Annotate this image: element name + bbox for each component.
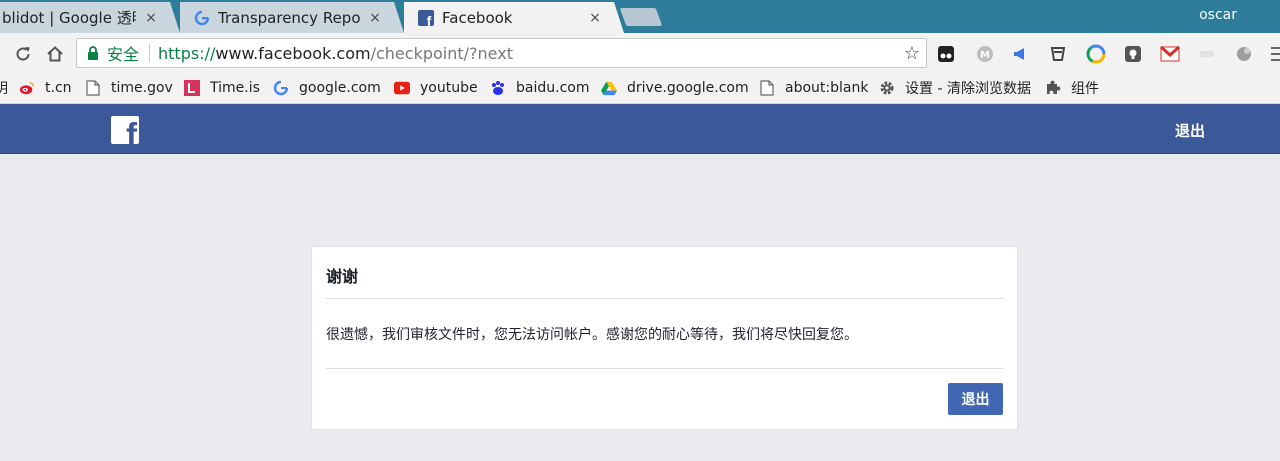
tab-blidot[interactable]: blidot | Google 透明度 × <box>0 2 168 33</box>
bookmark-youtube[interactable]: youtube <box>394 78 478 98</box>
speed-gauge-icon[interactable] <box>1086 44 1106 64</box>
time-is-icon <box>184 80 200 96</box>
browser-toolbar: 安全 https:// www.facebook.com /checkpoint… <box>0 33 1280 73</box>
card-title: 谢谢 <box>326 267 359 286</box>
bookmark-google[interactable]: google.com <box>273 78 381 98</box>
tab-close-icon[interactable]: × <box>588 10 602 26</box>
browser-tab-strip: blidot | Google 透明度 × Transparency Repor… <box>0 0 1280 33</box>
bookmark-google-drive[interactable]: drive.google.com <box>601 78 749 98</box>
tampermonkey-icon[interactable] <box>936 44 956 64</box>
tab-title: Facebook <box>442 8 513 27</box>
baidu-icon <box>490 80 506 96</box>
bookmark-settings-clear-data[interactable]: 设置 - 清除浏览数据 <box>879 78 1031 98</box>
bookmark-label: drive.google.com <box>627 80 749 96</box>
google-g-icon <box>194 10 210 26</box>
reload-icon[interactable] <box>12 43 34 65</box>
youtube-icon <box>394 80 410 96</box>
bookmark-label: google.com <box>299 80 381 96</box>
header-logout-link[interactable]: 退出 <box>1175 120 1205 141</box>
bookmark-label: about:blank <box>785 80 869 96</box>
bookmarks-bar: 明 t.cn time.gov Time.is google.com youtu… <box>0 73 1280 104</box>
svg-text:f: f <box>427 13 432 26</box>
menu-icon[interactable] <box>1268 44 1280 64</box>
card-divider <box>326 368 1003 369</box>
bookmark-overflow-label: 明 <box>0 81 8 97</box>
card-message: 很遗憾，我们审核文件时，您无法访问帐户。感谢您的耐心等待，我们将尽快回复您。 <box>326 327 858 343</box>
logout-button[interactable]: 退出 <box>948 383 1003 415</box>
profile-name[interactable]: oscar <box>1199 7 1237 23</box>
bookmark-t-cn[interactable]: t.cn <box>19 78 72 98</box>
address-bar[interactable]: 安全 https:// www.facebook.com /checkpoint… <box>76 38 927 68</box>
extension-icon[interactable] <box>1197 44 1217 64</box>
tab-transparency-report[interactable]: Transparency Report × <box>180 2 392 33</box>
bookmark-label: Time.is <box>210 80 260 96</box>
url-scheme: https:// <box>158 43 216 63</box>
bookmark-label: 设置 - 清除浏览数据 <box>905 81 1031 97</box>
globe-icon[interactable] <box>1234 44 1254 64</box>
bookmark-label: 组件 <box>1071 81 1099 97</box>
bookmark-time-is[interactable]: Time.is <box>184 78 260 98</box>
bookmark-label: time.gov <box>111 80 173 96</box>
bookmark-baidu[interactable]: baidu.com <box>490 78 589 98</box>
bookmark-components[interactable]: 组件 <box>1045 78 1099 98</box>
tab-close-icon[interactable]: × <box>368 10 382 26</box>
checkpoint-card: 谢谢 很遗憾，我们审核文件时，您无法访问帐户。感谢您的耐心等待，我们将尽快回复您… <box>311 246 1018 430</box>
facebook-logo-icon[interactable]: f <box>111 116 139 144</box>
lightbulb-icon[interactable] <box>1123 44 1143 64</box>
new-tab-button[interactable] <box>619 8 663 26</box>
url-path: /checkpoint/?next <box>370 43 513 63</box>
bookmark-about-blank[interactable]: about:blank <box>759 78 868 98</box>
bookmark-star-icon[interactable]: ☆ <box>904 43 920 64</box>
google-g-icon <box>273 80 289 96</box>
gmail-icon[interactable] <box>1160 44 1180 64</box>
tab-facebook[interactable]: f Facebook × <box>404 2 612 33</box>
tab-edge <box>166 2 180 33</box>
card-divider <box>326 298 1003 299</box>
weibo-icon <box>19 80 35 96</box>
tab-edge <box>610 2 624 33</box>
url-host: www.facebook.com <box>215 43 371 63</box>
bookmark-label: baidu.com <box>516 80 590 96</box>
shield-icon[interactable] <box>1048 44 1068 64</box>
puzzle-icon <box>1045 80 1061 96</box>
facebook-icon: f <box>418 9 434 26</box>
document-icon <box>759 80 775 96</box>
omnibox-divider <box>149 44 151 62</box>
gear-icon <box>879 80 895 96</box>
bookmark-label: youtube <box>420 80 478 96</box>
lock-icon <box>88 46 98 60</box>
google-drive-icon <box>601 80 617 96</box>
facebook-header: f 退出 <box>0 104 1280 154</box>
tab-close-icon[interactable]: × <box>144 10 158 26</box>
document-icon <box>85 80 101 96</box>
bookmark-label: t.cn <box>45 80 72 96</box>
megaphone-icon[interactable] <box>1010 44 1030 64</box>
mercury-icon[interactable]: M <box>975 44 995 64</box>
home-icon[interactable] <box>44 43 66 65</box>
tab-title: Transparency Report <box>218 8 360 27</box>
bookmark-overflow[interactable]: 明 <box>0 78 8 98</box>
tab-edge <box>390 2 404 33</box>
bookmark-time-gov[interactable]: time.gov <box>85 78 173 98</box>
svg-text:M: M <box>980 50 990 61</box>
tab-title: blidot | Google 透明度 <box>2 9 136 27</box>
security-label[interactable]: 安全 <box>107 41 139 65</box>
